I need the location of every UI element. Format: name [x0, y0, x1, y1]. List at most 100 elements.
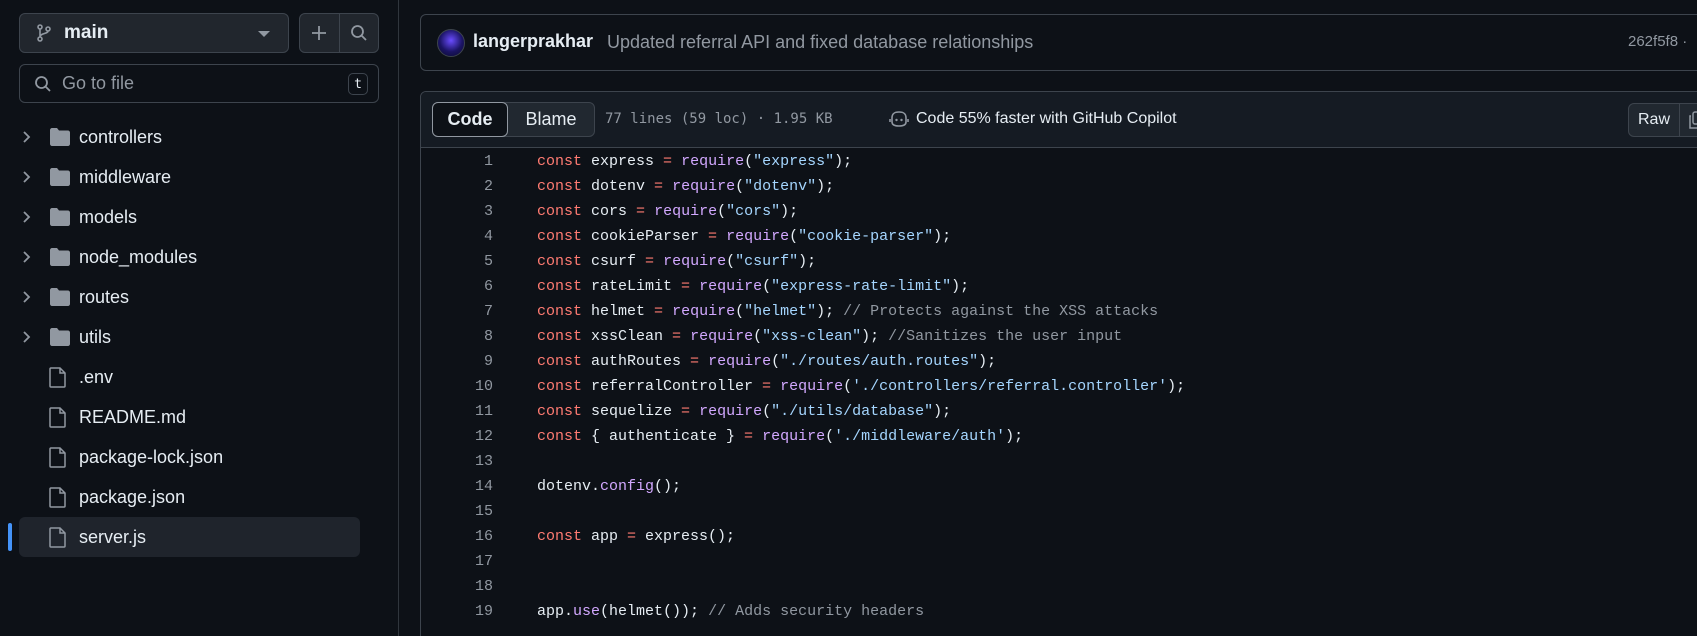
code-token: helmet	[582, 303, 655, 320]
tree-item-server-js[interactable]: server.js	[0, 517, 399, 557]
file-icon	[49, 367, 66, 388]
line-number[interactable]: 4	[441, 224, 493, 249]
tree-item-env[interactable]: .env	[0, 357, 399, 397]
code-token: (	[843, 378, 853, 395]
code-token: );	[816, 178, 835, 195]
line-number[interactable]: 2	[441, 174, 493, 199]
commit-sha[interactable]: 262f5f8 ·	[1628, 33, 1687, 50]
tab-blame[interactable]: Blame	[508, 103, 594, 136]
go-to-file-field[interactable]: t	[19, 64, 379, 103]
line-number[interactable]: 13	[441, 449, 493, 474]
code-token: express();	[636, 528, 736, 545]
line-number[interactable]: 8	[441, 324, 493, 349]
code-text: const express = require("express");	[537, 149, 852, 174]
line-number[interactable]: 19	[441, 599, 493, 624]
code-token: =	[681, 403, 691, 420]
avatar[interactable]	[437, 29, 465, 57]
chevron-right-icon[interactable]	[22, 169, 32, 185]
line-number[interactable]: 18	[441, 574, 493, 599]
code-token: =	[690, 353, 700, 370]
tree-item-routes[interactable]: routes	[0, 277, 399, 317]
search-icon	[350, 25, 367, 41]
tree-item-label: .env	[79, 367, 114, 387]
commit-author[interactable]: langerprakhar	[473, 31, 593, 52]
chevron-right-icon[interactable]	[22, 289, 32, 305]
tree-item-label: README.md	[79, 407, 187, 427]
tree-item-label: controllers	[79, 127, 163, 147]
code-text: const csurf = require("csurf");	[537, 249, 816, 274]
code-token: (	[771, 353, 781, 370]
code-token: =	[654, 303, 664, 320]
line-number[interactable]: 5	[441, 249, 493, 274]
tree-item-middleware[interactable]: middleware	[0, 157, 399, 197]
line-number[interactable]: 7	[441, 299, 493, 324]
line-number[interactable]: 9	[441, 349, 493, 374]
code-token: );	[798, 253, 817, 270]
tree-item-readme-md[interactable]: README.md	[0, 397, 399, 437]
code-token: (	[825, 428, 835, 445]
code-token: );	[933, 403, 952, 420]
chevron-right-icon[interactable]	[22, 129, 32, 145]
code-token: (	[744, 153, 754, 170]
code-token: "cors"	[726, 203, 781, 220]
code-token: "./routes/auth.routes"	[780, 353, 979, 370]
tab-code[interactable]: Code	[432, 102, 508, 137]
line-number[interactable]: 16	[441, 524, 493, 549]
tree-item-controllers[interactable]: controllers	[0, 117, 399, 157]
file-viewer: Code Blame 77 lines (59 loc) · 1.95 KB C…	[420, 91, 1697, 636]
raw-button[interactable]: Raw	[1628, 103, 1680, 137]
tree-item-label: node_modules	[79, 247, 198, 267]
code-line: 13	[421, 449, 1697, 474]
line-number[interactable]: 17	[441, 549, 493, 574]
commit-message[interactable]: Updated referral API and fixed database …	[607, 32, 1033, 53]
code-token: use	[573, 603, 601, 620]
line-number[interactable]: 6	[441, 274, 493, 299]
code-line: 7 const helmet = require("helmet"); // Pr…	[421, 299, 1697, 324]
chevron-right-icon[interactable]	[22, 209, 32, 225]
code-token: express	[582, 153, 664, 170]
view-mode-switch: Code Blame	[432, 102, 595, 137]
copilot-promo-text: Code 55% faster with GitHub Copilot	[916, 110, 1177, 127]
code-token: './controllers/referral.controller'	[852, 378, 1168, 395]
copy-raw-button[interactable]	[1679, 103, 1697, 137]
tree-item-node-modules[interactable]: node_modules	[0, 237, 399, 277]
tree-item-label: utils	[79, 327, 112, 347]
search-code-button[interactable]	[338, 14, 379, 52]
line-number[interactable]: 12	[441, 424, 493, 449]
line-number[interactable]: 11	[441, 399, 493, 424]
copilot-promo-link[interactable]: Code 55% faster with GitHub Copilot	[889, 110, 1177, 128]
code-token: "./utils/database"	[771, 403, 934, 420]
chevron-right-icon[interactable]	[22, 249, 32, 265]
code-text: const helmet = require("helmet"); // Pro…	[537, 299, 1158, 324]
file-info: 77 lines (59 loc) · 1.95 KB	[605, 111, 833, 127]
code-token: (	[762, 278, 772, 295]
tree-item-package-json[interactable]: package.json	[0, 477, 399, 517]
search-icon	[35, 75, 51, 92]
chevron-right-icon[interactable]	[22, 329, 32, 345]
add-file-button[interactable]	[300, 14, 339, 52]
code-token: //Sanitizes the user input	[888, 328, 1123, 345]
tree-item-models[interactable]: models	[0, 197, 399, 237]
go-to-file-input[interactable]	[62, 73, 322, 94]
line-number[interactable]: 14	[441, 474, 493, 499]
line-number[interactable]: 1	[441, 149, 493, 174]
tree-item-package-lock-json[interactable]: package-lock.json	[0, 437, 399, 477]
tree-item-utils[interactable]: utils	[0, 317, 399, 357]
code-token: const	[537, 253, 583, 270]
code-token: const	[537, 378, 583, 395]
file-icon	[49, 487, 66, 508]
code-line: 19 app.use(helmet()); // Adds security he…	[421, 599, 1697, 624]
code-token: sequelize	[582, 403, 682, 420]
file-icon	[49, 407, 66, 428]
line-number[interactable]: 3	[441, 199, 493, 224]
branch-selector-button[interactable]: main	[19, 13, 289, 53]
tree-item-label: package-lock.json	[79, 447, 224, 467]
code-line: 1 const express = require("express");	[421, 149, 1697, 174]
code-token: cors	[582, 203, 637, 220]
code-token: (helmet());	[600, 603, 709, 620]
line-number[interactable]: 10	[441, 374, 493, 399]
line-number[interactable]: 15	[441, 499, 493, 524]
